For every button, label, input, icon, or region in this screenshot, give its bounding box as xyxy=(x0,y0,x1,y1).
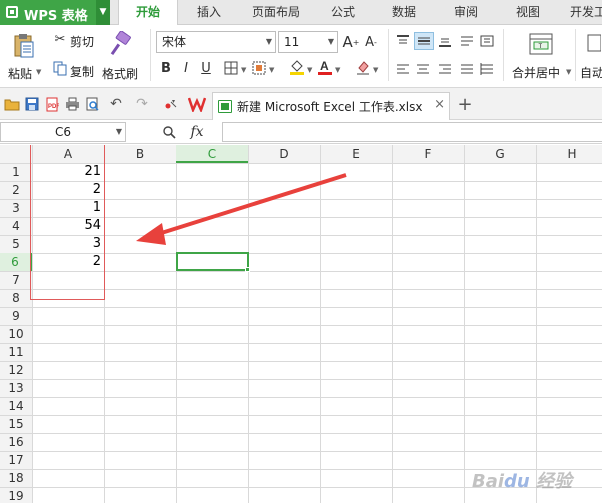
tab-formulas[interactable]: 公式 xyxy=(314,0,372,25)
save-icon[interactable] xyxy=(24,96,40,112)
tab-developer[interactable]: 开发工 xyxy=(560,0,602,25)
app-menu-dropdown-icon[interactable]: ▼ xyxy=(96,0,110,25)
baidu-watermark: Baidu 经验 xyxy=(471,471,572,492)
paste-label[interactable]: 粘贴 xyxy=(8,65,32,82)
font-size-select[interactable]: 11 ▼ xyxy=(278,31,338,53)
borders-dropdown-icon[interactable]: ▼ xyxy=(241,66,246,74)
ribbon-home: 粘贴 ▼ ✂ 剪切 复制 格式刷 宋体 ▼ 11 ▼ A + A- B I U ▼… xyxy=(0,25,602,88)
wps-w-logo-icon[interactable] xyxy=(188,95,206,113)
close-icon[interactable]: × xyxy=(434,97,445,112)
app-name: WPS 表格 xyxy=(24,9,88,24)
document-tab-title: 新建 Microsoft Excel 工作表.xlsx xyxy=(237,100,423,114)
tab-review[interactable]: 审阅 xyxy=(436,0,496,25)
zoom-formula-icon[interactable] xyxy=(160,123,178,141)
tab-home[interactable]: 开始 xyxy=(118,0,178,26)
insert-function-icon[interactable]: fx xyxy=(186,122,208,142)
customize-quick-access-icon[interactable]: ▾ xyxy=(164,96,178,112)
spreadsheet-grid[interactable]: A B C D E F G H 1 2 3 4 5 6 7 8 9 10 11 … xyxy=(0,145,602,503)
justify-icon[interactable] xyxy=(458,61,476,77)
font-name-select[interactable]: 宋体 ▼ xyxy=(156,31,276,53)
paste-icon[interactable] xyxy=(10,31,38,61)
bold-button[interactable]: B xyxy=(158,59,174,77)
distributed-icon[interactable] xyxy=(478,61,496,77)
font-size-value: 11 xyxy=(284,35,300,49)
ribbon-separator xyxy=(503,29,504,81)
cell-style-dropdown-icon[interactable]: ▼ xyxy=(269,66,274,74)
align-top-icon[interactable] xyxy=(394,33,412,49)
new-tab-plus-icon[interactable]: + xyxy=(456,94,474,115)
name-box[interactable]: C6 ▼ xyxy=(0,122,126,142)
font-grow-icon[interactable]: A + xyxy=(342,33,360,51)
wps-logo-icon xyxy=(6,6,18,18)
clear-format-dropdown-icon[interactable]: ▼ xyxy=(373,66,378,74)
scissors-icon[interactable]: ✂ xyxy=(52,31,68,47)
ribbon-separator xyxy=(150,29,151,81)
fill-color-icon[interactable] xyxy=(288,57,306,77)
merge-center-dropdown-icon[interactable]: ▼ xyxy=(566,68,571,76)
tab-view[interactable]: 视图 xyxy=(498,0,558,25)
copy-icon[interactable] xyxy=(52,60,68,76)
tab-insert[interactable]: 插入 xyxy=(180,0,238,25)
print-preview-icon[interactable] xyxy=(84,96,100,112)
svg-text:PDF: PDF xyxy=(48,104,59,110)
wrap-text-icon[interactable] xyxy=(586,33,602,53)
app-menu-button[interactable]: WPS 表格 ▼ xyxy=(0,0,110,25)
ribbon-separator xyxy=(575,29,576,81)
fill-color-dropdown-icon[interactable]: ▼ xyxy=(307,66,312,74)
align-middle-icon[interactable] xyxy=(414,32,434,50)
tab-page-layout[interactable]: 页面布局 xyxy=(240,0,312,25)
cut-label[interactable]: 剪切 xyxy=(70,33,94,50)
borders-icon[interactable] xyxy=(222,59,240,77)
align-left-icon[interactable] xyxy=(394,61,412,77)
font-color-icon[interactable]: A xyxy=(316,57,334,77)
orientation-icon[interactable] xyxy=(458,33,476,49)
align-right-icon[interactable] xyxy=(436,61,454,77)
underline-button[interactable]: U xyxy=(198,59,214,77)
font-name-value: 宋体 xyxy=(162,35,187,49)
annotation-arrow xyxy=(136,173,347,245)
chevron-down-icon: ▼ xyxy=(115,127,122,136)
merge-center-label[interactable]: 合并居中 xyxy=(512,64,560,81)
format-painter-label[interactable]: 格式刷 xyxy=(102,65,138,82)
ribbon-separator xyxy=(388,29,389,81)
name-box-value: C6 xyxy=(54,125,71,139)
svg-text:▾: ▾ xyxy=(172,98,175,105)
undo-icon[interactable]: ↶ xyxy=(108,96,124,112)
svg-text:T: T xyxy=(539,44,543,50)
format-painter-icon[interactable] xyxy=(108,30,134,58)
italic-button[interactable]: I xyxy=(178,59,194,77)
svg-text:A: A xyxy=(320,59,329,73)
print-icon[interactable] xyxy=(64,96,80,112)
chevron-down-icon: ▼ xyxy=(265,37,272,46)
formula-input[interactable] xyxy=(222,122,602,142)
pdf-export-icon[interactable]: PDF xyxy=(44,96,60,112)
tab-data[interactable]: 数据 xyxy=(374,0,434,25)
wrap-icon[interactable] xyxy=(478,33,496,49)
paste-dropdown-icon[interactable]: ▼ xyxy=(36,68,41,76)
cell-style-icon[interactable] xyxy=(250,59,268,77)
open-folder-icon[interactable] xyxy=(4,96,20,112)
ribbon-tab-bar: WPS 表格 ▼ 开始 插入 页面布局 公式 数据 审阅 视图 开发工 xyxy=(0,0,602,26)
copy-label[interactable]: 复制 xyxy=(70,63,94,80)
clear-format-icon[interactable] xyxy=(354,57,372,77)
auto-wrap-label[interactable]: 自动 xyxy=(580,64,602,81)
excel-file-icon xyxy=(218,100,232,113)
formula-bar: C6 ▼ fx xyxy=(0,120,602,144)
align-center-icon[interactable] xyxy=(414,61,432,77)
chevron-down-icon: ▼ xyxy=(327,37,334,46)
align-bottom-icon[interactable] xyxy=(436,33,454,49)
merge-center-icon[interactable]: T xyxy=(528,31,554,57)
font-shrink-icon[interactable]: A- xyxy=(362,33,380,51)
document-tab[interactable]: 新建 Microsoft Excel 工作表.xlsx × xyxy=(212,92,450,120)
quick-access-bar: PDF ↶ ↷ ▾ 新建 Microsoft Excel 工作表.xlsx × … xyxy=(0,88,602,120)
redo-icon[interactable]: ↷ xyxy=(134,96,150,112)
font-color-dropdown-icon[interactable]: ▼ xyxy=(335,66,340,74)
